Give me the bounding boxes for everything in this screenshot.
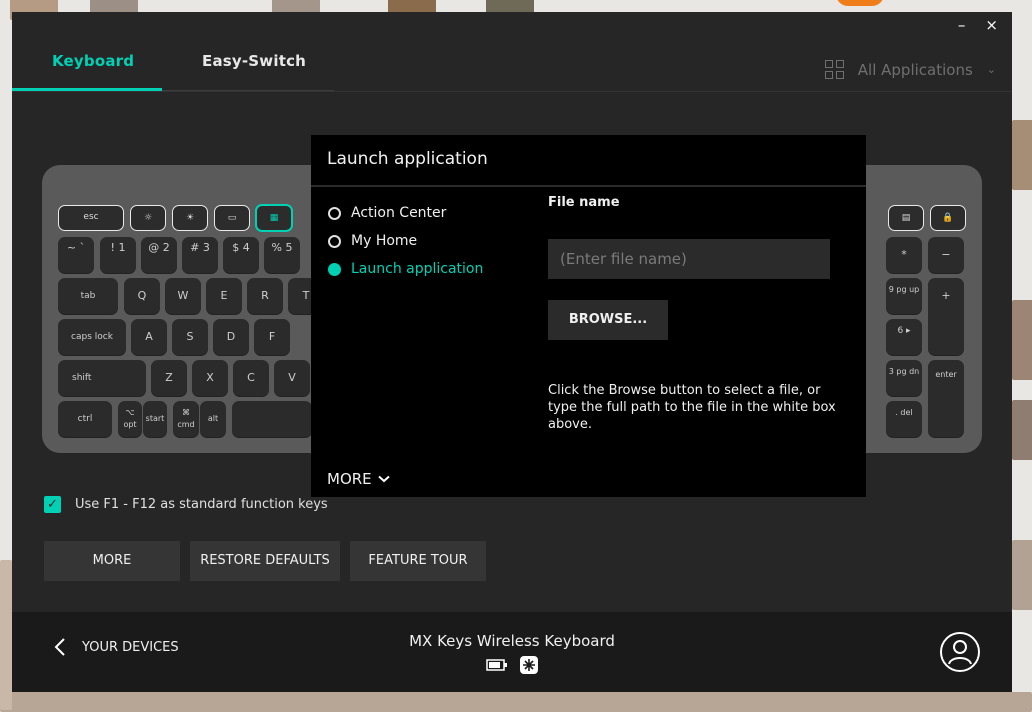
popup-divider [311,185,866,187]
desktop-thumbnail [0,560,12,710]
key-9-pgup[interactable]: 9 pg up [886,278,922,314]
key-s[interactable]: S [172,319,208,355]
key-f4-selected[interactable]: ▦ [255,204,293,232]
popup-more-button[interactable]: MORE [327,470,390,488]
key-del[interactable]: . del [886,401,922,437]
option-label: Action Center [351,205,447,221]
browse-button[interactable]: BROWSE... [548,300,668,340]
fn-keys-checkbox-label: Use F1 - F12 as standard function keys [75,497,328,512]
tab-keyboard[interactable]: Keyboard [52,52,134,70]
key-5[interactable]: % 5 [264,237,300,273]
popup-more-label: MORE [327,470,372,488]
device-status-icons [486,656,538,674]
option-launch-application[interactable]: Launch application [328,261,483,277]
desktop-thumbnail [1012,540,1032,610]
battery-icon [486,659,507,671]
user-icon [948,640,972,665]
file-name-input[interactable] [548,239,830,279]
key-e[interactable]: E [206,278,242,314]
browse-help-text: Click the Browse button to select a file… [548,383,836,432]
key-d[interactable]: D [213,319,249,355]
key-cmd[interactable]: ⌘ cmd [173,401,199,437]
key-f[interactable]: F [254,319,290,355]
key-minus[interactable]: − [928,237,964,273]
key-plus[interactable]: + [928,278,964,355]
desktop-thumbnail [1012,300,1032,380]
key-q[interactable]: Q [124,278,160,314]
desktop-thumbnail [0,692,1032,712]
grid-icon [824,60,844,79]
key-2[interactable]: @ 2 [141,237,177,273]
radio-icon [328,206,341,220]
key-a[interactable]: A [131,319,167,355]
key-3-pgdn[interactable]: 3 pg dn [886,360,922,396]
file-name-label: File name [548,195,620,210]
restore-defaults-button[interactable]: RESTORE DEFAULTS [190,541,340,581]
key-f11[interactable]: ▤ [888,205,924,231]
key-f1[interactable]: ☼ [130,205,166,231]
key-opt[interactable]: ⌥ opt [118,401,142,437]
account-avatar-button[interactable] [940,632,980,672]
key-start[interactable]: start [143,401,167,437]
key-f2[interactable]: ☀ [172,205,208,231]
desktop-thumbnail [1012,400,1032,460]
more-button[interactable]: MORE [44,541,180,581]
key-tab[interactable]: tab [58,278,118,314]
key-6[interactable]: 6 ▸ [886,319,922,355]
application-selector[interactable]: All Applications ⌄ [824,60,996,79]
option-action-center[interactable]: Action Center [328,205,446,221]
key-f3[interactable]: ▭ [214,205,250,231]
active-tab-underline [12,88,162,91]
application-selector-label: All Applications [857,60,973,79]
key-tilde[interactable]: ~ ` [58,237,94,273]
key-shift[interactable]: shift [58,360,146,396]
key-multiply[interactable]: * [886,237,922,273]
key-alt[interactable]: alt [200,401,226,437]
window-controls: – × [958,16,998,34]
close-button[interactable]: × [985,16,998,34]
key-c[interactable]: C [233,360,269,396]
radio-selected-icon [328,262,341,276]
option-label: Launch application [351,261,484,277]
key-r[interactable]: R [247,278,283,314]
desktop-thumbnail [836,0,884,6]
key-space[interactable] [232,401,312,437]
popup-title: Launch application [327,149,488,169]
option-my-home[interactable]: My Home [328,233,417,249]
minimize-button[interactable]: – [958,16,966,34]
unifying-receiver-icon [520,656,538,674]
key-v[interactable]: V [274,360,310,396]
chevron-down-icon: ⌄ [986,63,996,76]
device-name: MX Keys Wireless Keyboard [409,632,615,650]
key-ctrl[interactable]: ctrl [58,401,112,437]
key-w[interactable]: W [165,278,201,314]
tab-easy-switch[interactable]: Easy-Switch [202,52,306,70]
key-esc[interactable]: esc [58,205,124,231]
checkbox-checked-icon: ✓ [44,496,61,513]
key-z[interactable]: Z [151,360,187,396]
footer-bar: YOUR DEVICES MX Keys Wireless Keyboard [12,612,1012,692]
key-assignment-popup: Launch application Action Center My Home… [311,135,866,497]
chevron-down-icon [377,475,390,483]
key-caps-lock[interactable]: caps lock [58,319,126,355]
key-1[interactable]: ! 1 [100,237,136,273]
key-enter[interactable]: enter [928,360,964,437]
option-label: My Home [351,233,418,249]
key-3[interactable]: # 3 [182,237,218,273]
desktop-thumbnail [1012,120,1032,190]
radio-icon [328,234,341,248]
fn-keys-checkbox[interactable]: ✓ Use F1 - F12 as standard function keys [44,496,328,513]
key-x[interactable]: X [192,360,228,396]
header-divider [12,91,1012,92]
feature-tour-button[interactable]: FEATURE TOUR [350,541,486,581]
options-app-window: – × Keyboard Easy-Switch All Application… [12,12,1012,692]
key-f12-lock[interactable]: 🔒 [930,205,966,231]
key-4[interactable]: $ 4 [223,237,259,273]
